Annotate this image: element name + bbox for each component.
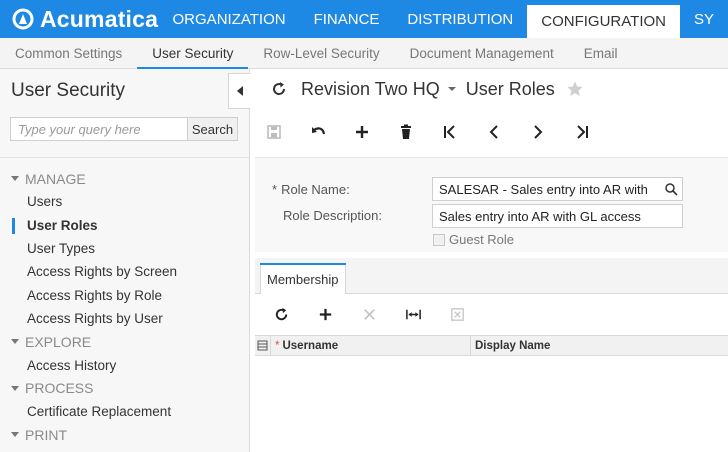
grid-export-excel-button[interactable]: [435, 298, 479, 330]
sidebar-search-input[interactable]: [11, 118, 187, 140]
app-name: Acumatica: [40, 5, 159, 32]
fit-columns-icon: [405, 309, 421, 319]
search-lookup-icon[interactable]: [664, 182, 678, 196]
role-name-label: * Role Name:: [272, 182, 350, 197]
page-title: User Roles: [465, 78, 555, 99]
section-print[interactable]: PRINT: [0, 423, 249, 446]
caret-down-icon: [11, 339, 19, 345]
add-button[interactable]: [340, 114, 384, 150]
sidebar-search: Search: [10, 117, 238, 141]
sidebar-item-user-roles[interactable]: User Roles: [0, 214, 249, 237]
sidebar-item-certificate-replacement[interactable]: Certificate Replacement: [0, 400, 249, 423]
sidebar-item-users[interactable]: Users: [0, 190, 249, 213]
role-name-label-text: Role Name:: [281, 182, 350, 197]
guest-role-checkbox[interactable]: [433, 234, 445, 246]
tab-membership[interactable]: Membership: [260, 263, 346, 294]
save-icon: [267, 125, 281, 139]
company-dropdown-icon[interactable]: [447, 87, 456, 91]
section-label: EXPLORE: [25, 333, 92, 350]
subtab-common-settings[interactable]: Common Settings: [0, 38, 137, 68]
role-description-label: Role Description:: [283, 208, 382, 223]
top-nav-distribution[interactable]: DISTRIBUTION: [393, 0, 527, 38]
top-nav-finance[interactable]: FINANCE: [300, 0, 394, 38]
sidebar-title: User Security: [11, 80, 126, 101]
subtab-row-level-security[interactable]: Row-Level Security: [248, 38, 394, 68]
previous-record-button[interactable]: [472, 114, 516, 150]
subtab-user-security[interactable]: User Security: [137, 38, 249, 69]
column-username[interactable]: * Username: [271, 336, 471, 355]
sidebar-item-access-rights-by-user[interactable]: Access Rights by User: [0, 307, 249, 330]
collapse-sidebar-button[interactable]: [228, 73, 250, 109]
grid-toolbar: [255, 298, 728, 330]
top-nav-system[interactable]: SY: [680, 0, 728, 38]
favorite-star-icon[interactable]: [566, 80, 584, 98]
refresh-icon[interactable]: [270, 80, 288, 98]
column-display-name[interactable]: Display Name: [471, 336, 728, 355]
add-row-icon: [319, 308, 331, 320]
undo-button[interactable]: [296, 114, 340, 150]
acumatica-logo-icon: [12, 8, 34, 30]
sidebar-nav: MANAGE Users User Roles User Types Acces…: [0, 167, 249, 447]
grid-add-row-button[interactable]: [303, 298, 347, 330]
guest-role-label: Guest Role: [449, 232, 515, 247]
subtab-email[interactable]: Email: [569, 38, 633, 68]
save-button[interactable]: [252, 114, 296, 150]
section-label: PRINT: [25, 426, 67, 443]
delete-icon: [401, 124, 411, 139]
required-marker: *: [275, 339, 280, 352]
refresh-icon: [275, 307, 287, 320]
caret-down-icon: [11, 385, 19, 391]
next-record-button[interactable]: [516, 114, 560, 150]
grid-fit-columns-button[interactable]: [391, 298, 435, 330]
role-description-input[interactable]: [432, 204, 683, 228]
required-marker: *: [272, 182, 278, 197]
next-record-icon: [534, 125, 543, 139]
top-bar: Acumatica ORGANIZATION FINANCE DISTRIBUT…: [0, 0, 728, 38]
sidebar-search-button[interactable]: Search: [187, 118, 237, 140]
membership-grid-header: * Username Display Name: [255, 335, 728, 356]
add-icon: [356, 126, 368, 138]
sub-tabs: Common Settings User Security Row-Level …: [0, 38, 728, 69]
section-process[interactable]: PROCESS: [0, 377, 249, 400]
company-name[interactable]: Revision Two HQ: [301, 79, 440, 100]
role-name-input[interactable]: [432, 177, 683, 201]
sidebar-divider: [0, 157, 249, 158]
top-nav-organization[interactable]: ORGANIZATION: [159, 0, 300, 38]
detail-tabs: Membership: [255, 258, 728, 294]
sidebar-item-access-rights-by-role[interactable]: Access Rights by Role: [0, 283, 249, 306]
top-nav: ORGANIZATION FINANCE DISTRIBUTION CONFIG…: [159, 0, 728, 38]
grid-settings-icon[interactable]: [255, 336, 271, 355]
sidebar-item-access-history[interactable]: Access History: [0, 353, 249, 376]
last-record-icon: [577, 125, 588, 139]
last-record-button[interactable]: [560, 114, 604, 150]
section-label: PROCESS: [25, 380, 94, 397]
previous-record-icon: [489, 125, 498, 139]
first-record-icon: [444, 125, 455, 139]
main-toolbar: [252, 114, 728, 150]
undo-icon: [312, 127, 326, 135]
app-logo[interactable]: Acumatica: [0, 0, 159, 38]
subtab-document-management[interactable]: Document Management: [395, 38, 569, 68]
sidebar: User Security Search MANAGE Users User R…: [0, 69, 250, 452]
role-form: *Role Name: Role Description: Guest Role: [255, 157, 728, 252]
caret-down-icon: [11, 432, 19, 438]
page-header: Revision Two HQ User Roles: [252, 69, 728, 109]
grid-refresh-button[interactable]: [259, 298, 303, 330]
section-manage[interactable]: MANAGE: [0, 167, 249, 190]
section-label: MANAGE: [25, 170, 86, 187]
top-nav-configuration[interactable]: CONFIGURATION: [527, 5, 680, 38]
column-username-label: Username: [282, 339, 339, 352]
export-excel-icon: [450, 307, 464, 321]
grid-delete-row-button[interactable]: [347, 298, 391, 330]
caret-down-icon: [11, 176, 19, 182]
sidebar-item-user-types[interactable]: User Types: [0, 237, 249, 260]
sidebar-item-access-rights-by-screen[interactable]: Access Rights by Screen: [0, 260, 249, 283]
delete-button[interactable]: [384, 114, 428, 150]
delete-row-icon: [363, 308, 375, 320]
first-record-button[interactable]: [428, 114, 472, 150]
section-explore[interactable]: EXPLORE: [0, 330, 249, 353]
